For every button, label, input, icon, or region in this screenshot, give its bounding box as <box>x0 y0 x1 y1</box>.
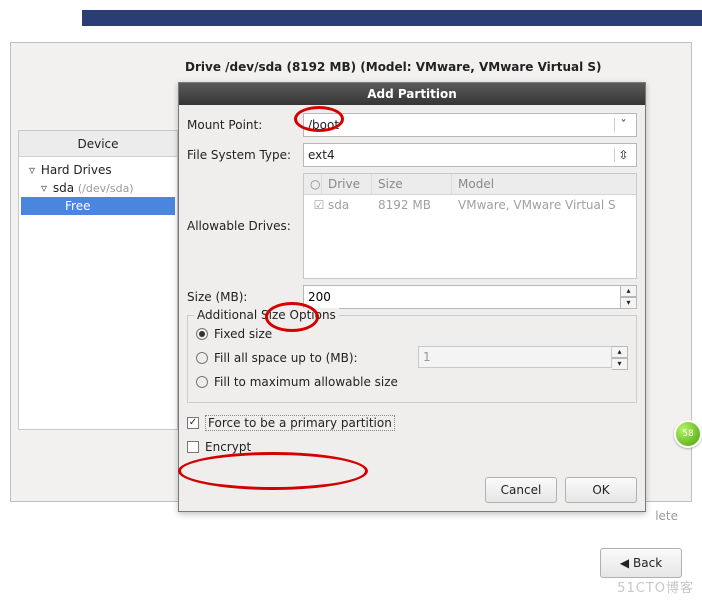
back-label: Back <box>633 556 662 570</box>
tree-hard-drives[interactable]: ▿ Hard Drives <box>21 161 175 179</box>
col-size[interactable]: Size <box>372 174 452 194</box>
disclosure-triangle-icon[interactable]: ▿ <box>39 179 49 197</box>
radio-icon[interactable] <box>196 376 208 388</box>
chevron-down-icon[interactable]: ˇ <box>614 118 632 132</box>
add-partition-dialog: Add Partition Mount Point: /boot ˇ File … <box>178 82 646 512</box>
drives-table-row[interactable]: ☑ sda 8192 MB VMware, VMware Virtual S <box>304 195 636 215</box>
drive-check-icon[interactable]: ☑ <box>310 198 328 212</box>
top-accent-band <box>82 10 702 26</box>
spin-down-icon: ▾ <box>612 358 628 370</box>
tree-label: Free <box>65 199 90 213</box>
drive-name: sda <box>328 198 378 212</box>
checkbox-icon[interactable]: ✓ <box>187 417 199 429</box>
back-button[interactable]: ◀ Back <box>600 548 682 578</box>
checkbox-icon[interactable] <box>187 441 199 453</box>
device-tree: ▿ Hard Drives ▿ sda (/dev/sda) Free <box>19 157 177 219</box>
delete-button-fragment[interactable]: lete <box>655 509 678 523</box>
primary-partition-checkbox[interactable]: ✓ Force to be a primary partition <box>187 411 637 435</box>
tree-device-path: (/dev/sda) <box>78 182 134 195</box>
additional-size-legend: Additional Size Options <box>194 308 339 322</box>
allowable-drives-table[interactable]: ○ Drive Size Model ☑ sda 8192 MB VMware,… <box>303 173 637 279</box>
drive-model: VMware, VMware Virtual S <box>458 198 630 212</box>
tree-disk-sda[interactable]: ▿ sda (/dev/sda) <box>21 179 175 197</box>
radio-fixed-size[interactable]: Fixed size <box>196 322 628 346</box>
tree-label: sda <box>53 181 74 195</box>
tree-free-space[interactable]: Free <box>21 197 175 215</box>
encrypt-label: Encrypt <box>205 440 251 454</box>
watermark: 51CTO博客 <box>617 577 694 596</box>
status-badge: 58 <box>674 420 702 448</box>
arrow-left-icon: ◀ <box>620 556 629 570</box>
mount-point-combo[interactable]: /boot ˇ <box>303 113 637 137</box>
col-model[interactable]: Model <box>452 174 636 194</box>
dialog-title: Add Partition <box>179 83 645 105</box>
additional-size-fieldset: Additional Size Options Fixed size Fill … <box>187 315 637 403</box>
radio-label: Fill all space up to (MB): <box>214 351 412 365</box>
fill-up-to-spin: ▴ ▾ <box>612 346 628 370</box>
col-check-icon[interactable]: ○ <box>304 174 322 194</box>
fs-type-label: File System Type: <box>187 148 303 162</box>
mount-point-label: Mount Point: <box>187 118 303 132</box>
drive-size: 8192 MB <box>378 198 458 212</box>
drive-summary-label: Drive /dev/sda (8192 MB) (Model: VMware,… <box>185 60 602 74</box>
col-drive[interactable]: Drive <box>322 174 372 194</box>
radio-icon[interactable] <box>196 352 208 364</box>
allowable-drives-label: Allowable Drives: <box>187 219 303 233</box>
disclosure-triangle-icon[interactable]: ▿ <box>27 161 37 179</box>
radio-fill-max[interactable]: Fill to maximum allowable size <box>196 370 628 394</box>
encrypt-checkbox[interactable]: Encrypt <box>187 435 637 459</box>
primary-partition-label: Force to be a primary partition <box>205 415 395 431</box>
radio-icon[interactable] <box>196 328 208 340</box>
radio-fill-up-to[interactable]: Fill all space up to (MB): ▴ ▾ <box>196 346 628 370</box>
stepper-updown-icon[interactable]: ⇳ <box>614 148 632 162</box>
radio-label: Fill to maximum allowable size <box>214 375 398 389</box>
cancel-button[interactable]: Cancel <box>485 477 557 503</box>
mount-point-value: /boot <box>308 118 339 132</box>
size-label: Size (MB): <box>187 290 303 304</box>
fill-up-to-input <box>418 346 612 368</box>
spin-up-icon[interactable]: ▴ <box>621 285 637 297</box>
tree-label: Hard Drives <box>41 163 112 177</box>
device-tree-panel: Device ▿ Hard Drives ▿ sda (/dev/sda) Fr… <box>18 130 178 430</box>
spin-up-icon: ▴ <box>612 346 628 358</box>
ok-button[interactable]: OK <box>565 477 637 503</box>
size-input[interactable] <box>303 285 621 309</box>
device-column-header[interactable]: Device <box>19 131 177 157</box>
fs-type-combo[interactable]: ext4 ⇳ <box>303 143 637 167</box>
radio-label: Fixed size <box>214 327 272 341</box>
drives-table-header: ○ Drive Size Model <box>304 174 636 195</box>
fs-type-value: ext4 <box>308 148 335 162</box>
spin-down-icon[interactable]: ▾ <box>621 297 637 309</box>
size-spin-buttons[interactable]: ▴ ▾ <box>621 285 637 309</box>
